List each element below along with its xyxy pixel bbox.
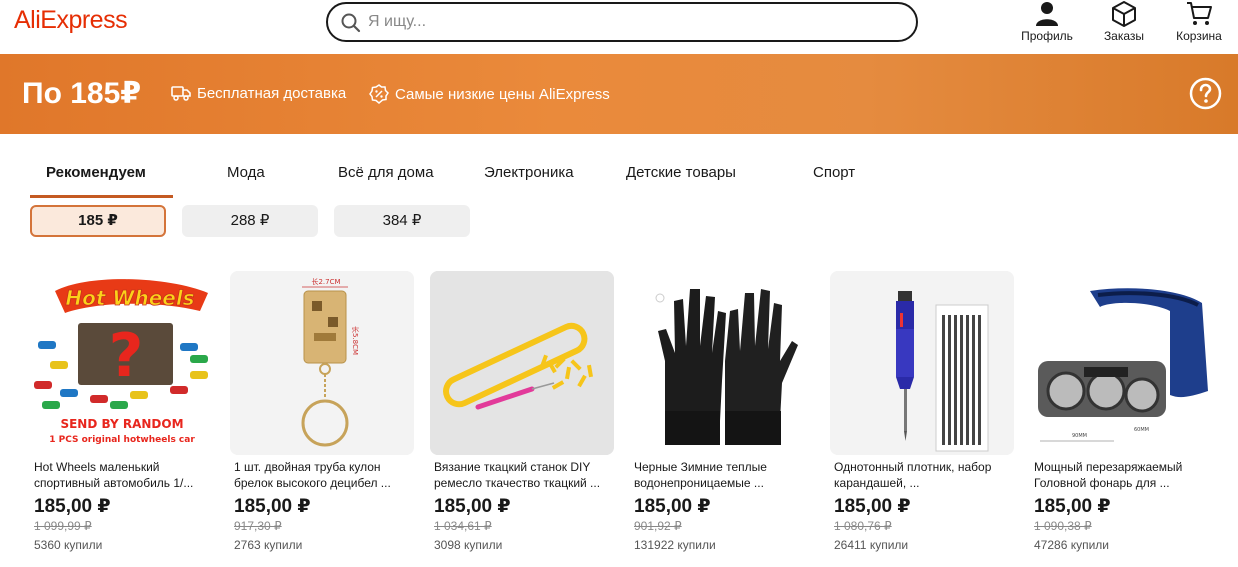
svg-text:60MM: 60MM	[1134, 427, 1149, 433]
orders-button[interactable]: Заказы	[1089, 0, 1159, 48]
lowest-prices-label: Самые низкие цены AliExpress	[395, 85, 610, 103]
cart-label: Корзина	[1176, 29, 1222, 43]
price-chip-288[interactable]: 288 ₽	[182, 205, 318, 237]
product-sold-count: 26411 купили	[834, 538, 909, 552]
product-title[interactable]: Вязание ткацкий станок DIY ремесло ткаче…	[430, 459, 614, 491]
product-price: 185,00 ₽	[434, 496, 511, 517]
carpenter-pencil-image	[830, 271, 1014, 455]
gloves-image	[630, 271, 814, 455]
discount-icon	[369, 84, 389, 104]
svg-text:SEND BY RANDOM: SEND BY RANDOM	[60, 417, 183, 431]
product-image[interactable]: Hot Wheels ? SEND BY RANDOM 1 PCS origin…	[30, 271, 214, 455]
product-title[interactable]: Мощный перезаряжаемый Головной фонарь дл…	[1030, 459, 1214, 491]
product-sold-count: 3098 купили	[434, 538, 503, 552]
price-chip-384[interactable]: 384 ₽	[334, 205, 470, 237]
profile-label: Профиль	[1021, 29, 1073, 43]
active-tab-indicator	[30, 195, 173, 198]
product-title[interactable]: 1 шт. двойная труба кулон брелок высоког…	[230, 459, 414, 491]
product-card[interactable]: Hot Wheels ? SEND BY RANDOM 1 PCS origin…	[30, 271, 214, 552]
product-card[interactable]: 90MM 60MM Мощный перезаряжаемый Головной…	[1030, 271, 1214, 552]
search-input[interactable]: Я ищу...	[368, 13, 426, 31]
promo-banner: По 185₽ Бесплатная доставка Самые низкие…	[0, 54, 1238, 134]
product-sold-count: 47286 купили	[1034, 538, 1109, 552]
whistle-keychain-image: 长2.7CM 长5.8CM	[230, 271, 414, 455]
search-box[interactable]: Я ищу...	[326, 2, 918, 42]
svg-text:长5.8CM: 长5.8CM	[351, 326, 360, 355]
search-icon	[341, 13, 361, 33]
product-old-price: 1 099,99 ₽	[34, 519, 92, 533]
product-image[interactable]: 90MM 60MM	[1030, 271, 1214, 455]
header: AliExpress Я ищу... Профиль Заказы Корзи…	[0, 0, 1238, 54]
tab-recommended[interactable]: Рекомендуем	[46, 164, 146, 181]
tab-electronics[interactable]: Электроника	[484, 164, 574, 181]
svg-text:90MM: 90MM	[1072, 433, 1087, 439]
product-sold-count: 5360 купили	[34, 538, 103, 552]
price-chip-185[interactable]: 185 ₽	[30, 205, 166, 237]
hotwheels-image: Hot Wheels ? SEND BY RANDOM 1 PCS origin…	[30, 271, 214, 455]
product-image[interactable]	[830, 271, 1014, 455]
tab-kids[interactable]: Детские товары	[626, 164, 736, 181]
product-old-price: 901,92 ₽	[634, 519, 682, 533]
product-price: 185,00 ₽	[1034, 496, 1111, 517]
product-title[interactable]: Hot Wheels маленький спортивный автомоби…	[30, 459, 214, 491]
product-card[interactable]: Однотонный плотник, набор карандашей, ..…	[830, 271, 1014, 552]
product-image[interactable]: 长2.7CM 长5.8CM	[230, 271, 414, 455]
tab-home[interactable]: Всё для дома	[338, 164, 434, 181]
tab-sport[interactable]: Спорт	[813, 164, 855, 181]
product-old-price: 1 090,38 ₽	[1034, 519, 1092, 533]
tab-fashion[interactable]: Мода	[227, 164, 265, 181]
svg-text:1 PCS original hotwheels car: 1 PCS original hotwheels car	[49, 435, 195, 445]
truck-icon	[171, 86, 191, 101]
product-image[interactable]	[630, 271, 814, 455]
product-card[interactable]: 长2.7CM 长5.8CM 1 шт. двойная труба кулон …	[230, 271, 414, 552]
product-old-price: 917,30 ₽	[234, 519, 282, 533]
headlamp-image: 90MM 60MM	[1030, 271, 1214, 455]
svg-text:Hot Wheels: Hot Wheels	[65, 286, 194, 310]
product-price: 185,00 ₽	[234, 496, 311, 517]
aliexpress-logo[interactable]: AliExpress	[14, 6, 128, 35]
banner-price: По 185₽	[22, 77, 142, 110]
product-price: 185,00 ₽	[634, 496, 711, 517]
product-sold-count: 2763 купили	[234, 538, 303, 552]
svg-text:?: ?	[109, 321, 144, 391]
box-icon	[1112, 1, 1136, 27]
product-card[interactable]: Черные Зимние теплые водонепроницаемые .…	[630, 271, 814, 552]
product-old-price: 1 034,61 ₽	[434, 519, 492, 533]
profile-button[interactable]: Профиль	[1012, 0, 1082, 48]
product-old-price: 1 080,76 ₽	[834, 519, 892, 533]
product-image[interactable]	[430, 271, 614, 455]
free-delivery-label: Бесплатная доставка	[197, 84, 347, 102]
product-price: 185,00 ₽	[34, 496, 111, 517]
knitting-loom-image	[430, 271, 614, 455]
cart-button[interactable]: Корзина	[1164, 0, 1234, 48]
product-title[interactable]: Черные Зимние теплые водонепроницаемые .…	[630, 459, 814, 491]
product-card[interactable]: Вязание ткацкий станок DIY ремесло ткаче…	[430, 271, 614, 552]
product-title[interactable]: Однотонный плотник, набор карандашей, ..…	[830, 459, 1014, 491]
cart-icon	[1187, 2, 1212, 25]
user-icon	[1036, 2, 1058, 26]
free-delivery: Бесплатная доставка	[171, 84, 346, 102]
question-circle-icon[interactable]	[1189, 77, 1222, 110]
lowest-prices: Самые низкие цены AliExpress	[369, 84, 610, 104]
product-price: 185,00 ₽	[834, 496, 911, 517]
svg-text:长2.7CM: 长2.7CM	[311, 277, 340, 286]
orders-label: Заказы	[1103, 29, 1145, 43]
product-sold-count: 131922 купили	[634, 538, 716, 552]
